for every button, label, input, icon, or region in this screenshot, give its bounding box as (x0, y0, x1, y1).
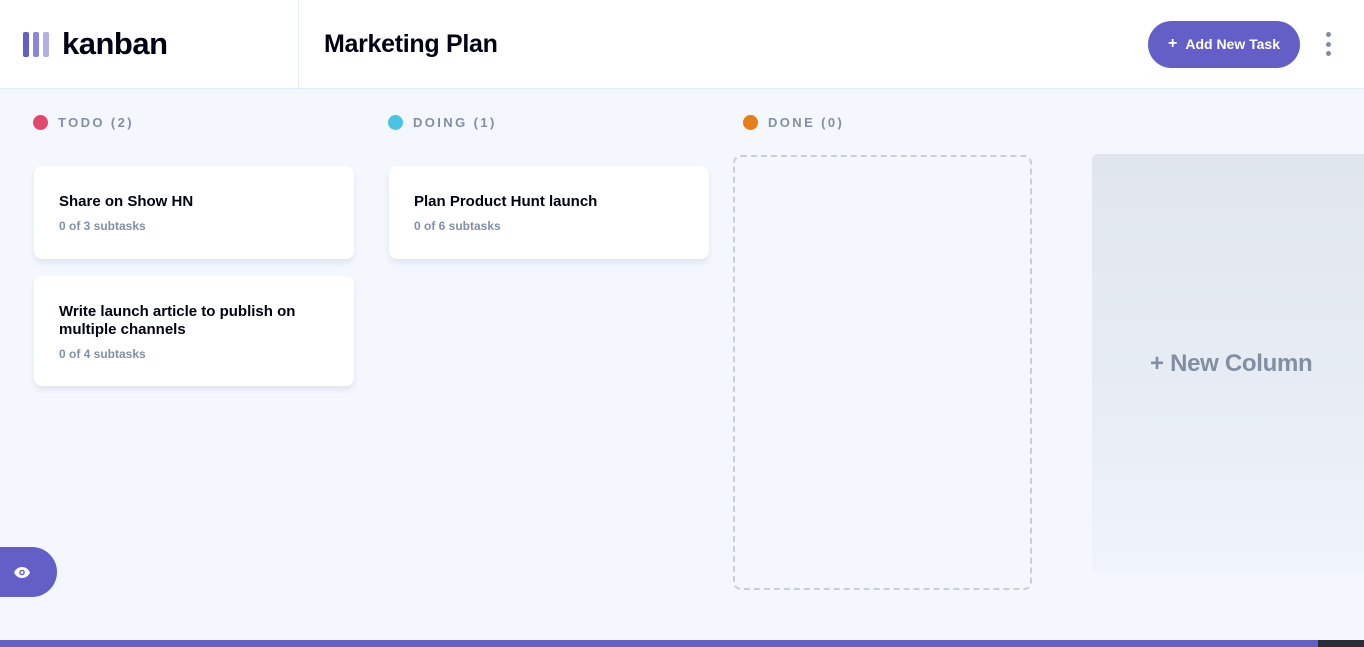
column-header: TODO (2) (33, 112, 355, 132)
task-subtask-count: 0 of 6 subtasks (414, 219, 501, 233)
vertical-ellipsis-icon[interactable] (1323, 32, 1333, 56)
kanban-logo-icon (23, 31, 49, 57)
column-todo: TODO (2) (33, 112, 355, 132)
header-actions: + Add New Task (1148, 20, 1364, 68)
column-title: TODO (2) (58, 114, 135, 130)
column-title: DONE (0) (768, 114, 845, 130)
horizontal-scrollbar[interactable] (0, 640, 1364, 647)
task-title: Write launch article to publish on multi… (59, 303, 296, 338)
column-title: DOING (1) (413, 114, 497, 130)
show-sidebar-button[interactable] (0, 547, 57, 597)
kanban-app: kanban Marketing Plan + Add New Task TOD… (0, 0, 1364, 647)
eye-icon (14, 566, 30, 578)
column-color-dot (743, 114, 758, 130)
column-doing: DOING (1) (388, 112, 710, 132)
new-column-label: + New Column (1150, 350, 1313, 377)
column-color-dot (33, 114, 48, 130)
add-new-task-button[interactable]: + Add New Task (1148, 20, 1300, 68)
task-subtask-count: 0 of 4 subtasks (59, 347, 146, 361)
scrollbar-thumb[interactable] (0, 640, 1318, 647)
task-card[interactable]: Write launch article to publish on multi… (34, 276, 354, 386)
task-title: Plan Product Hunt launch (414, 193, 598, 210)
column-header: DONE (0) (743, 112, 1065, 132)
task-title: Share on Show HN (59, 193, 194, 210)
app-name: kanban (62, 26, 168, 61)
task-subtask-count: 0 of 3 subtasks (59, 219, 146, 233)
task-card[interactable]: Share on Show HN 0 of 3 subtasks (34, 166, 354, 259)
column-header: DOING (1) (388, 112, 710, 132)
plus-icon: + (1168, 34, 1178, 52)
new-column-button[interactable]: + New Column (1092, 154, 1364, 574)
column-color-dot (388, 114, 403, 130)
column-done: DONE (0) (743, 112, 1065, 132)
task-card[interactable]: Plan Product Hunt launch 0 of 6 subtasks (389, 166, 709, 259)
brand: kanban (0, 0, 299, 88)
empty-column-drop-zone[interactable] (733, 155, 1032, 590)
add-new-task-label: Add New Task (1185, 36, 1280, 52)
top-bar: kanban Marketing Plan + Add New Task (0, 0, 1364, 89)
board-title: Marketing Plan (324, 29, 498, 58)
